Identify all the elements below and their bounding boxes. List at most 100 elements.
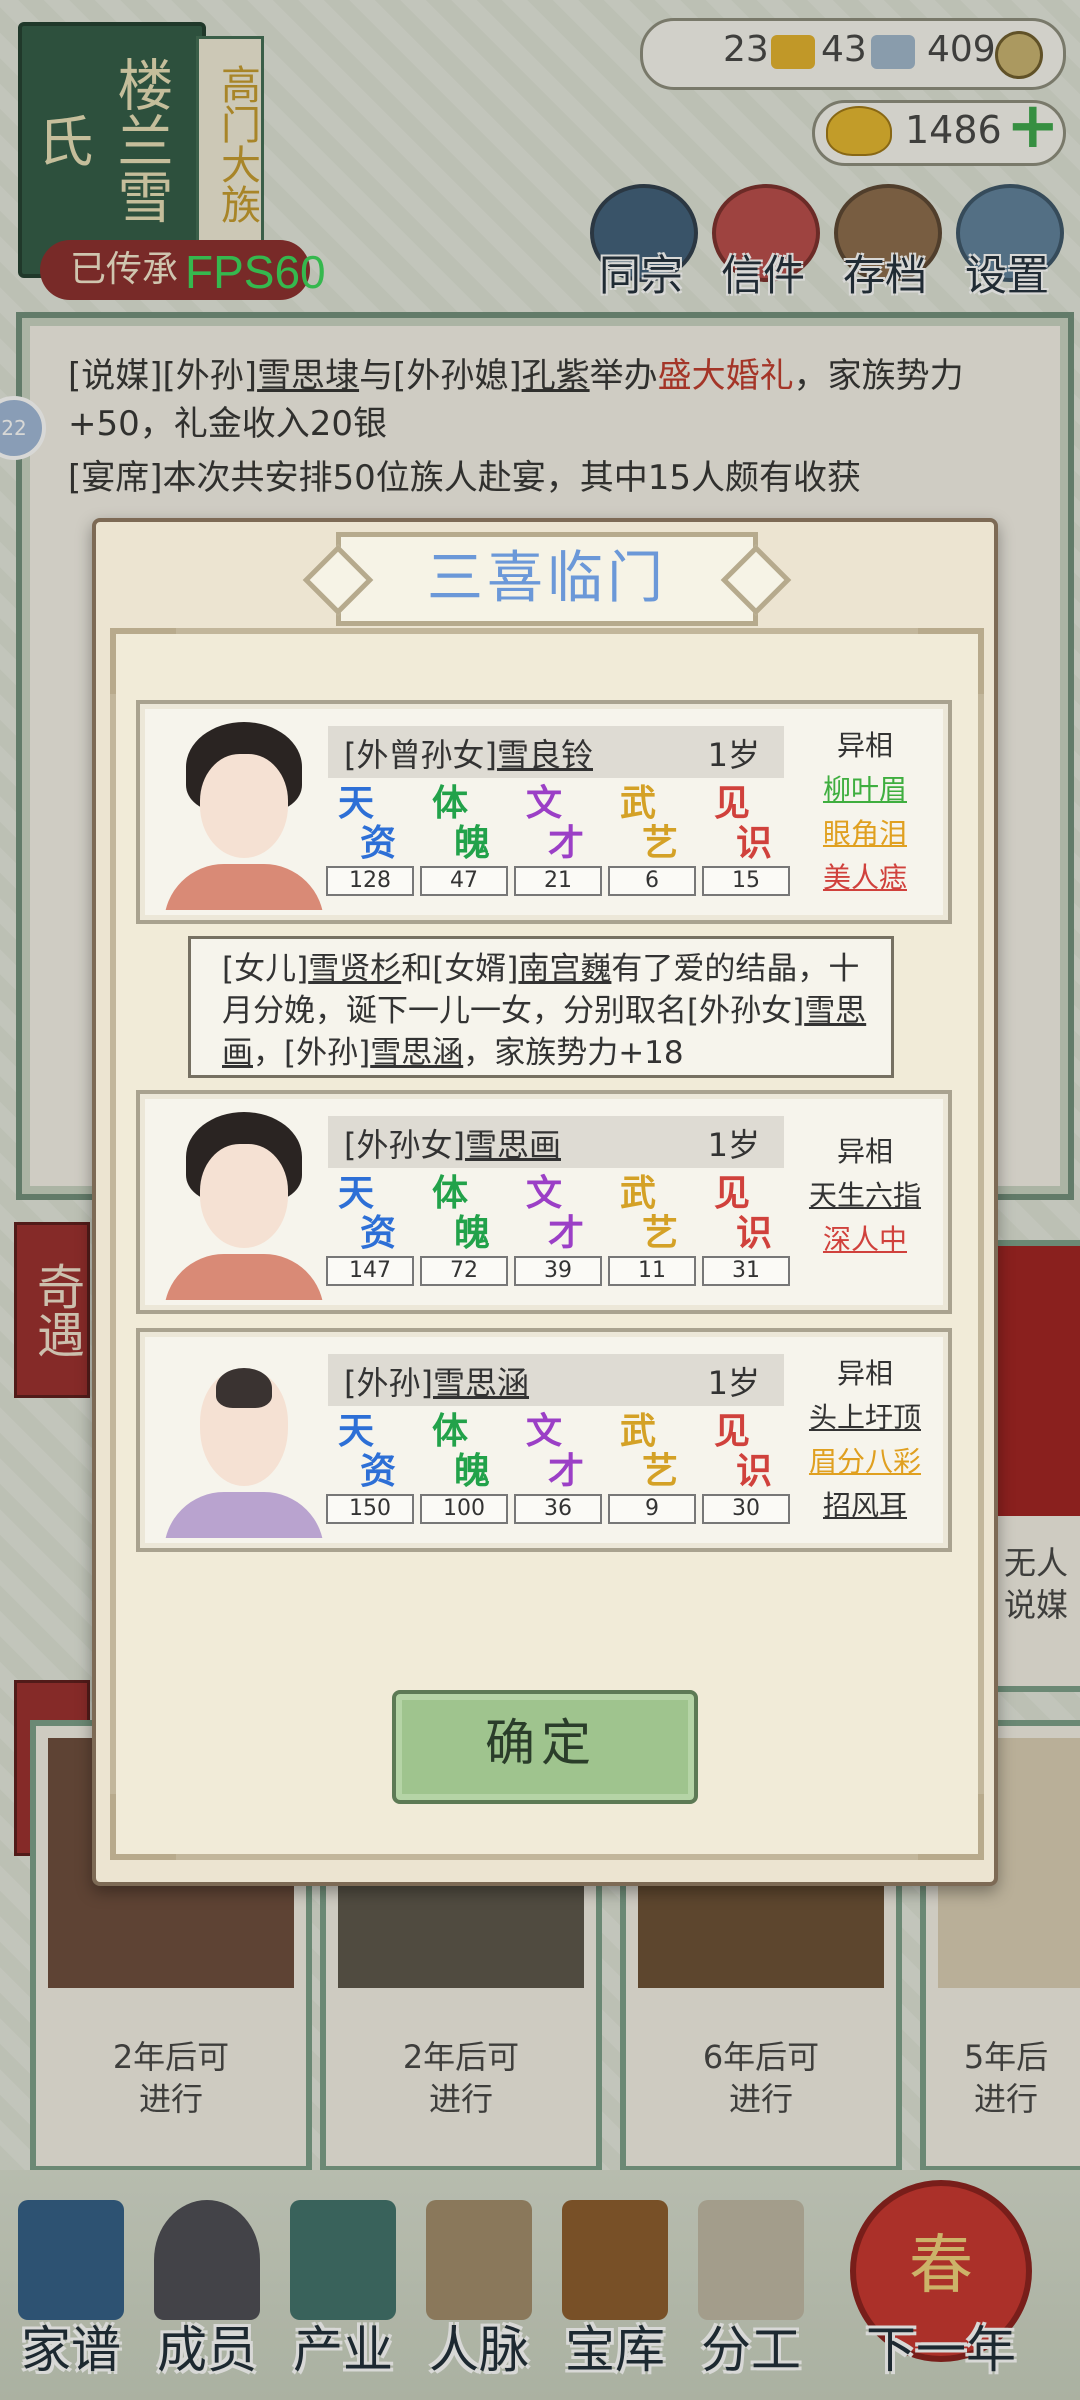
person-name-link[interactable]: 雪思涵 bbox=[433, 1364, 529, 1402]
stat-value: 30 bbox=[702, 1494, 790, 1524]
stat-label-char: 体 bbox=[432, 1410, 469, 1452]
stat-label-char: 见 bbox=[714, 782, 751, 824]
corner-ornament bbox=[110, 1794, 176, 1860]
nameplate: [外孙]雪思涵 1岁 bbox=[328, 1354, 784, 1406]
stat-label-char: 天 bbox=[338, 1172, 375, 1214]
person-name: [外曾孙女]雪良铃 bbox=[344, 730, 593, 776]
trait-list: 异相 头上圩顶 眉分八彩 招风耳 bbox=[800, 1352, 930, 1528]
person-age: 1岁 bbox=[707, 1364, 760, 1402]
stat-value: 15 bbox=[702, 866, 790, 896]
stat-label-char: 天 bbox=[338, 782, 375, 824]
stat-value: 147 bbox=[326, 1256, 414, 1286]
stat-label-char: 武 bbox=[620, 1172, 657, 1214]
person-card[interactable]: [外曾孙女]雪良铃 1岁 天资 128 体魄 47 文才 21 武艺6 见识 15 异相… bbox=[136, 700, 952, 924]
corner-ornament bbox=[110, 628, 176, 694]
stat-label-char: 艺 bbox=[642, 1450, 679, 1492]
portrait-face bbox=[200, 754, 288, 858]
stat-label-char: 天 bbox=[338, 1410, 375, 1452]
stat-label-char: 见 bbox=[714, 1172, 751, 1214]
stat-label-char: 文 bbox=[526, 782, 563, 824]
trait-list: 异相 柳叶眉 眼角泪 美人痣 bbox=[800, 724, 930, 900]
person-name: [外孙]雪思涵 bbox=[344, 1358, 529, 1404]
stat-label-char: 资 bbox=[360, 1450, 397, 1492]
stat-label-char: 才 bbox=[548, 822, 585, 864]
person-age: 1岁 bbox=[707, 1126, 760, 1164]
stat-value: 36 bbox=[514, 1494, 602, 1524]
stat-value: 128 bbox=[326, 866, 414, 896]
nameplate: [外曾孙女]雪良铃 1岁 bbox=[328, 726, 784, 778]
person-relation: [外孙女] bbox=[344, 1126, 465, 1164]
msg-name-link[interactable]: 南宫巍 bbox=[518, 951, 611, 987]
portrait-body bbox=[164, 864, 324, 910]
stat-label-char: 艺 bbox=[642, 822, 679, 864]
stat-value: 21 bbox=[514, 866, 602, 896]
stat-label-char: 武 bbox=[620, 782, 657, 824]
trait-link[interactable]: 美人痣 bbox=[800, 856, 930, 900]
portrait-avatar bbox=[164, 714, 324, 910]
msg-text: ，家族势力+18 bbox=[463, 1035, 684, 1071]
confirm-button-label[interactable]: 确定 bbox=[392, 1690, 690, 1796]
modal-title: 三喜临门 bbox=[427, 546, 667, 611]
stat-label-char: 资 bbox=[360, 1212, 397, 1254]
portrait-body bbox=[164, 1492, 324, 1538]
trait-link[interactable]: 头上圩顶 bbox=[800, 1396, 930, 1440]
stat-label-char: 体 bbox=[432, 1172, 469, 1214]
corner-ornament bbox=[918, 1794, 984, 1860]
stat-label-char: 才 bbox=[548, 1212, 585, 1254]
trait-header: 异相 bbox=[836, 1135, 893, 1168]
trait-link[interactable]: 招风耳 bbox=[800, 1484, 930, 1528]
stat-label-char: 魄 bbox=[454, 1450, 491, 1492]
portrait-face bbox=[200, 1144, 288, 1248]
birth-message: [女儿]雪贤杉和[女婿]南宫巍有了爱的结晶，十月分娩，诞下一儿一女，分别取名[外… bbox=[222, 948, 872, 1074]
trait-link[interactable]: 眼角泪 bbox=[800, 812, 930, 856]
stat-label-char: 才 bbox=[548, 1450, 585, 1492]
person-relation: [外孙] bbox=[344, 1364, 433, 1402]
stat-label-char: 文 bbox=[526, 1172, 563, 1214]
msg-text: 和[女婿] bbox=[401, 951, 519, 987]
stat-value: 31 bbox=[702, 1256, 790, 1286]
stat-value: 39 bbox=[514, 1256, 602, 1286]
stat-value: 11 bbox=[608, 1256, 696, 1286]
trait-link[interactable]: 深人中 bbox=[800, 1218, 930, 1262]
person-name: [外孙女]雪思画 bbox=[344, 1120, 561, 1166]
person-name-link[interactable]: 雪良铃 bbox=[497, 736, 593, 774]
person-relation: [外曾孙女] bbox=[344, 736, 497, 774]
stat-label-char: 资 bbox=[360, 822, 397, 864]
corner-ornament bbox=[918, 628, 984, 694]
person-card[interactable]: [外孙女]雪思画 1岁 天资 147 体魄 72 文才 39 武艺 11 见识 31 异相… bbox=[136, 1090, 952, 1314]
stat-value: 72 bbox=[420, 1256, 508, 1286]
person-card[interactable]: [外孙]雪思涵 1岁 天资 150 体魄 100 文才 36 武艺9 见识 30 异相 … bbox=[136, 1328, 952, 1552]
stat-value: 150 bbox=[326, 1494, 414, 1524]
msg-text: [女儿] bbox=[222, 951, 309, 987]
stat-label-char: 识 bbox=[736, 1212, 773, 1254]
portrait-avatar bbox=[164, 1342, 324, 1538]
stat-label-char: 见 bbox=[714, 1410, 751, 1452]
trait-list: 异相 天生六指 深人中 bbox=[800, 1130, 930, 1262]
stat-label-char: 文 bbox=[526, 1410, 563, 1452]
trait-header: 异相 bbox=[836, 729, 893, 762]
portrait-body bbox=[164, 1254, 324, 1300]
portrait-avatar bbox=[164, 1104, 324, 1300]
trait-header: 异相 bbox=[836, 1357, 893, 1390]
portrait-hair bbox=[216, 1368, 272, 1408]
stat-label-char: 艺 bbox=[642, 1212, 679, 1254]
stat-label-char: 识 bbox=[736, 1450, 773, 1492]
stat-label-char: 武 bbox=[620, 1410, 657, 1452]
stat-label-char: 魄 bbox=[454, 822, 491, 864]
trait-link[interactable]: 柳叶眉 bbox=[800, 768, 930, 812]
stat-value: 9 bbox=[608, 1494, 696, 1524]
stat-value: 6 bbox=[608, 866, 696, 896]
stat-value: 47 bbox=[420, 866, 508, 896]
msg-text: ，[外孙] bbox=[253, 1035, 371, 1071]
nameplate: [外孙女]雪思画 1岁 bbox=[328, 1116, 784, 1168]
stat-label-char: 识 bbox=[736, 822, 773, 864]
person-name-link[interactable]: 雪思画 bbox=[465, 1126, 561, 1164]
stat-value: 100 bbox=[420, 1494, 508, 1524]
stat-label-char: 体 bbox=[432, 782, 469, 824]
trait-link[interactable]: 天生六指 bbox=[800, 1174, 930, 1218]
msg-name-link[interactable]: 雪思涵 bbox=[370, 1035, 463, 1071]
trait-link[interactable]: 眉分八彩 bbox=[800, 1440, 930, 1484]
msg-name-link[interactable]: 雪贤杉 bbox=[308, 951, 401, 987]
person-age: 1岁 bbox=[707, 736, 760, 774]
stat-label-char: 魄 bbox=[454, 1212, 491, 1254]
